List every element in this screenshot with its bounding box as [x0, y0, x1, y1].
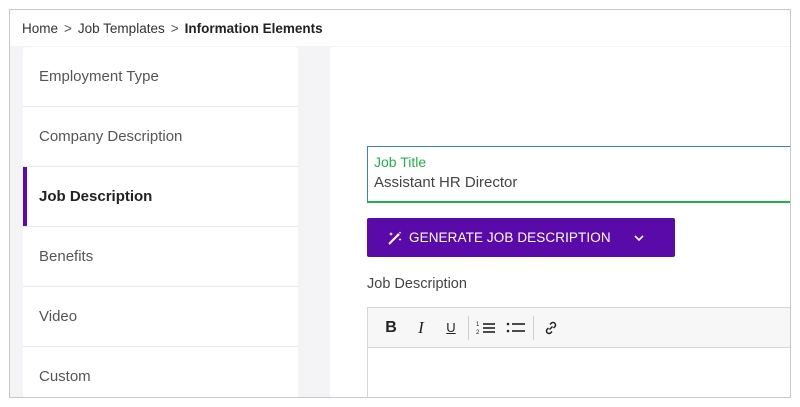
job-title-field[interactable]: Job Title Assistant HR Director: [367, 146, 790, 203]
generate-button-label: GENERATE JOB DESCRIPTION: [409, 230, 611, 245]
breadcrumb-current: Information Elements: [184, 20, 323, 36]
italic-icon[interactable]: I: [408, 315, 434, 341]
sidebar-item-label: Custom: [39, 368, 91, 385]
breadcrumb-home[interactable]: Home: [22, 21, 58, 36]
underline-icon[interactable]: U: [438, 315, 464, 341]
sidebar-item-job-description[interactable]: Job Description: [23, 167, 298, 227]
breadcrumb-job-templates[interactable]: Job Templates: [78, 21, 165, 36]
editor-toolbar: B I U 1 2: [368, 308, 790, 348]
ordered-list-icon[interactable]: 1 2: [473, 315, 499, 341]
sidebar-item-label: Job Description: [39, 188, 153, 205]
bold-icon[interactable]: B: [378, 315, 404, 341]
toolbar-divider: [468, 315, 469, 340]
chevron-down-icon[interactable]: [633, 234, 645, 242]
link-icon[interactable]: [538, 315, 564, 341]
sidebar-item-custom[interactable]: Custom: [23, 347, 298, 397]
job-description-label: Job Description: [367, 276, 467, 292]
magic-wand-icon: [387, 231, 403, 245]
sidebar-item-video[interactable]: Video: [23, 287, 298, 347]
svg-text:1: 1: [476, 322, 480, 328]
job-title-input[interactable]: Assistant HR Director: [374, 173, 790, 193]
sidebar-item-employment-type[interactable]: Employment Type: [23, 47, 298, 107]
sidebar-item-label: Company Description: [39, 128, 183, 145]
toolbar-divider: [533, 315, 534, 340]
editor-content-area[interactable]: [368, 348, 790, 397]
rich-text-editor[interactable]: B I U 1 2: [367, 307, 790, 397]
breadcrumb: Home > Job Templates > Information Eleme…: [10, 10, 790, 46]
main-panel: Job Title Assistant HR Director GENERATE…: [330, 47, 790, 397]
sidebar: Employment Type Company Description Job …: [23, 47, 298, 397]
app-frame: Home > Job Templates > Information Eleme…: [9, 9, 791, 398]
sidebar-item-label: Video: [39, 308, 78, 325]
sidebar-item-company-description[interactable]: Company Description: [23, 107, 298, 167]
generate-job-description-button[interactable]: GENERATE JOB DESCRIPTION: [367, 218, 675, 257]
bullet-list-icon[interactable]: [503, 315, 529, 341]
job-title-label: Job Title: [374, 154, 427, 170]
breadcrumb-separator: >: [170, 20, 179, 36]
breadcrumb-separator: >: [64, 20, 72, 36]
sidebar-item-benefits[interactable]: Benefits: [23, 227, 298, 287]
sidebar-item-label: Benefits: [39, 248, 94, 265]
svg-text:2: 2: [476, 330, 480, 336]
sidebar-item-label: Employment Type: [39, 68, 159, 85]
